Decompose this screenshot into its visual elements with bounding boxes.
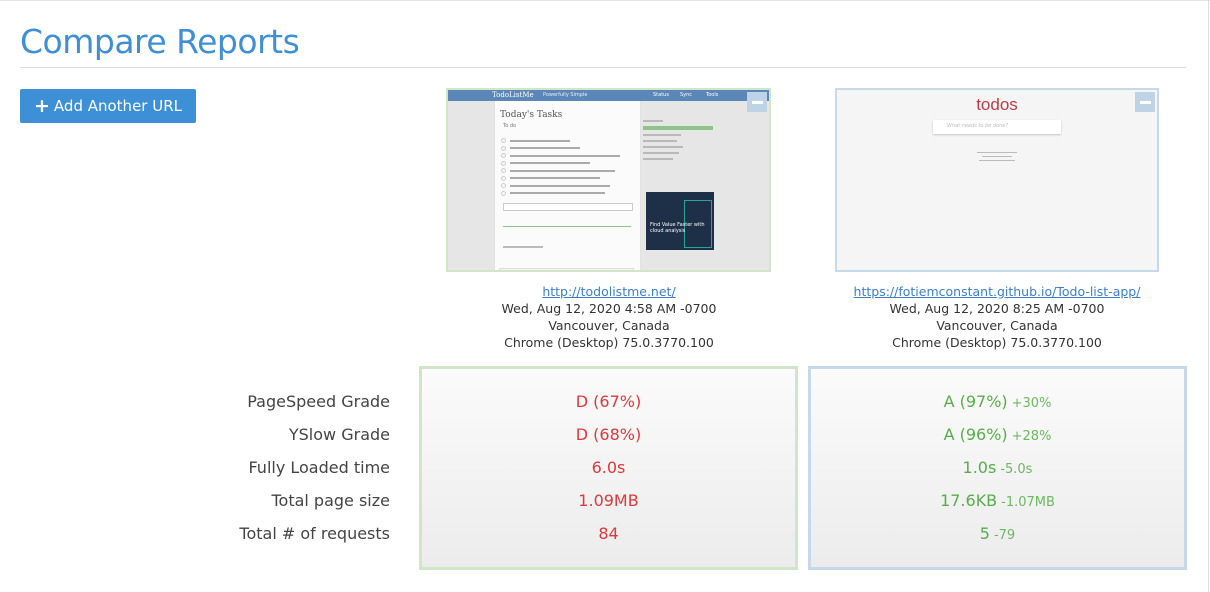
report-1-fully-loaded-value: 6.0s bbox=[591, 458, 626, 477]
report-1-url-link[interactable]: http://todolistme.net/ bbox=[542, 284, 675, 299]
label-fully-loaded-time: Fully Loaded time bbox=[248, 458, 390, 477]
thumb-1-topbar: TodoListMe Powerfully Simple Status Sync… bbox=[448, 90, 769, 101]
report-2-date: Wed, Aug 12, 2020 8:25 AM -0700 bbox=[889, 301, 1105, 316]
thumb-1-nav-status: Status bbox=[653, 92, 669, 98]
report-2-results-panel: A (97%) +30% A (96%) +28% 1.0s -5.0s 17.6KB… bbox=[808, 366, 1187, 570]
report-2-page-size-row: 17.6KB -1.07MB bbox=[811, 489, 1184, 522]
report-2-pagespeed-value: A (97%) bbox=[943, 392, 1008, 411]
thumb-1-done-line bbox=[503, 220, 631, 227]
thumb-1-logo: TodoListMe bbox=[492, 91, 534, 99]
thumb-2-title: todos bbox=[976, 95, 1018, 114]
page-title: Compare Reports bbox=[20, 22, 300, 61]
report-1-thumbnail[interactable]: TodoListMe Powerfully Simple Status Sync… bbox=[446, 88, 771, 272]
thumb-1-nav-tools: Tools bbox=[706, 92, 719, 98]
label-yslow-grade: YSlow Grade bbox=[288, 425, 390, 444]
remove-report-2-button[interactable] bbox=[1135, 92, 1155, 112]
report-2-page-size-delta: -1.07MB bbox=[1001, 495, 1055, 510]
report-2-fully-loaded-delta: -5.0s bbox=[1000, 462, 1033, 477]
thumb-1-no-done bbox=[503, 246, 543, 248]
report-2-pagespeed-row: A (97%) +30% bbox=[811, 390, 1184, 423]
thumb-1-nav-sync: Sync bbox=[680, 92, 693, 98]
report-2-location: Vancouver, Canada bbox=[936, 318, 1058, 333]
minus-icon bbox=[751, 100, 763, 104]
report-2-fully-loaded-value: 1.0s bbox=[962, 458, 997, 477]
thumb-1-sidebar bbox=[643, 120, 713, 164]
report-2-yslow-delta: +28% bbox=[1011, 429, 1052, 444]
thumb-1-page: Today's Tasks To do bbox=[494, 101, 641, 270]
title-divider bbox=[20, 67, 1186, 68]
report-1-requests-value: 84 bbox=[598, 524, 619, 543]
report-2-yslow-value: A (96%) bbox=[943, 425, 1008, 444]
report-1-date: Wed, Aug 12, 2020 4:58 AM -0700 bbox=[501, 301, 717, 316]
thumb-2-placeholder: What needs to be done? bbox=[947, 123, 1008, 129]
frame-top-border bbox=[0, 0, 1210, 1]
report-2-thumbnail[interactable]: todos What needs to be done? bbox=[835, 88, 1159, 272]
thumb-1-input bbox=[503, 203, 633, 211]
report-2-fully-loaded-row: 1.0s -5.0s bbox=[811, 456, 1184, 489]
remove-report-1-button[interactable] bbox=[747, 92, 767, 112]
thumb-2-footer bbox=[955, 152, 1039, 164]
thumb-1-tagline: Powerfully Simple bbox=[543, 92, 588, 98]
thumb-2-input: What needs to be done? bbox=[933, 120, 1061, 134]
report-1-location: Vancouver, Canada bbox=[548, 318, 670, 333]
report-1-pagespeed-value: D (67%) bbox=[575, 392, 642, 411]
minus-icon bbox=[1139, 100, 1151, 104]
metric-labels: PageSpeed Grade YSlow Grade Fully Loaded… bbox=[150, 390, 390, 555]
report-2-page-size-value: 17.6KB bbox=[940, 491, 998, 510]
report-2-yslow-row: A (96%) +28% bbox=[811, 423, 1184, 456]
report-1-yslow-value: D (68%) bbox=[575, 425, 642, 444]
frame-right-border bbox=[1208, 0, 1209, 592]
report-2-browser: Chrome (Desktop) 75.0.3770.100 bbox=[892, 335, 1102, 350]
report-1-results-panel: D (67%) D (68%) 6.0s 1.09MB 84 bbox=[419, 366, 798, 570]
report-1-meta: http://todolistme.net/ Wed, Aug 12, 2020… bbox=[439, 283, 779, 351]
plus-icon: + bbox=[34, 94, 50, 117]
thumb-1-heading: Today's Tasks bbox=[500, 110, 563, 120]
thumb-1-subheading: To do bbox=[503, 123, 517, 129]
report-2-pagespeed-delta: +30% bbox=[1011, 396, 1052, 411]
thumb-1-footer bbox=[499, 268, 634, 270]
label-total-page-size: Total page size bbox=[271, 491, 390, 510]
thumb-1-ad-text: Find Value Faster with cloud analysis bbox=[650, 222, 705, 234]
add-another-url-label: Add Another URL bbox=[53, 97, 182, 115]
report-1-browser: Chrome (Desktop) 75.0.3770.100 bbox=[504, 335, 714, 350]
add-another-url-button[interactable]: + Add Another URL bbox=[20, 89, 196, 123]
report-2-url-link[interactable]: https://fotiemconstant.github.io/Todo-li… bbox=[854, 284, 1141, 299]
report-2-requests-row: 5 -79 bbox=[811, 522, 1184, 555]
thumb-1-ad: Find Value Faster with cloud analysis bbox=[646, 192, 714, 250]
report-2-requests-value: 5 bbox=[979, 524, 990, 543]
report-1-page-size-value: 1.09MB bbox=[578, 491, 639, 510]
label-pagespeed-grade: PageSpeed Grade bbox=[247, 392, 390, 411]
report-2-meta: https://fotiemconstant.github.io/Todo-li… bbox=[827, 283, 1167, 351]
label-total-requests: Total # of requests bbox=[239, 524, 390, 543]
report-2-requests-delta: -79 bbox=[993, 528, 1016, 543]
thumb-1-task-lines bbox=[501, 137, 620, 197]
